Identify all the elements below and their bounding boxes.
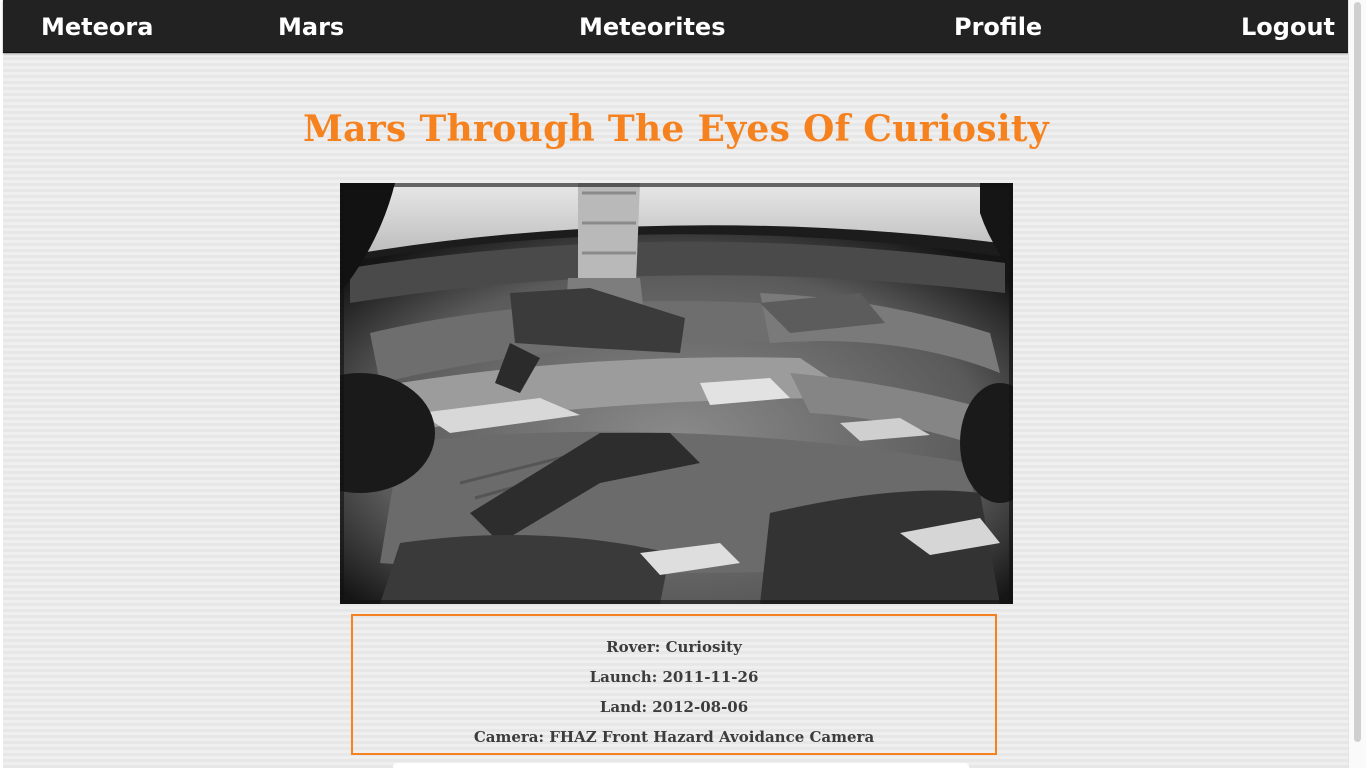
rover-name: Rover: Curiosity xyxy=(606,638,742,656)
vertical-scrollbar[interactable] xyxy=(1348,0,1366,768)
nav-link-mars[interactable]: Mars xyxy=(278,0,344,52)
land-date: Land: 2012-08-06 xyxy=(599,698,749,716)
page-title: Mars Through The Eyes Of Curiosity xyxy=(303,108,1049,150)
nav-link-meteora[interactable]: Meteora xyxy=(41,0,153,52)
camera-name: Camera: FHAZ Front Hazard Avoidance Came… xyxy=(473,728,875,746)
next-card-edge xyxy=(393,763,969,773)
mars-rover-photo xyxy=(340,183,1013,604)
nav-link-meteorites[interactable]: Meteorites xyxy=(579,0,726,52)
nav-link-profile[interactable]: Profile xyxy=(954,0,1042,52)
rover-info-box: Rover: Curiosity Launch: 2011-11-26 Land… xyxy=(351,614,997,755)
nav-link-logout[interactable]: Logout xyxy=(1241,0,1335,52)
scrollbar-thumb[interactable] xyxy=(1354,2,1361,742)
top-navbar: Meteora Mars Meteorites Profile Logout xyxy=(3,0,1349,53)
launch-date: Launch: 2011-11-26 xyxy=(589,668,759,686)
